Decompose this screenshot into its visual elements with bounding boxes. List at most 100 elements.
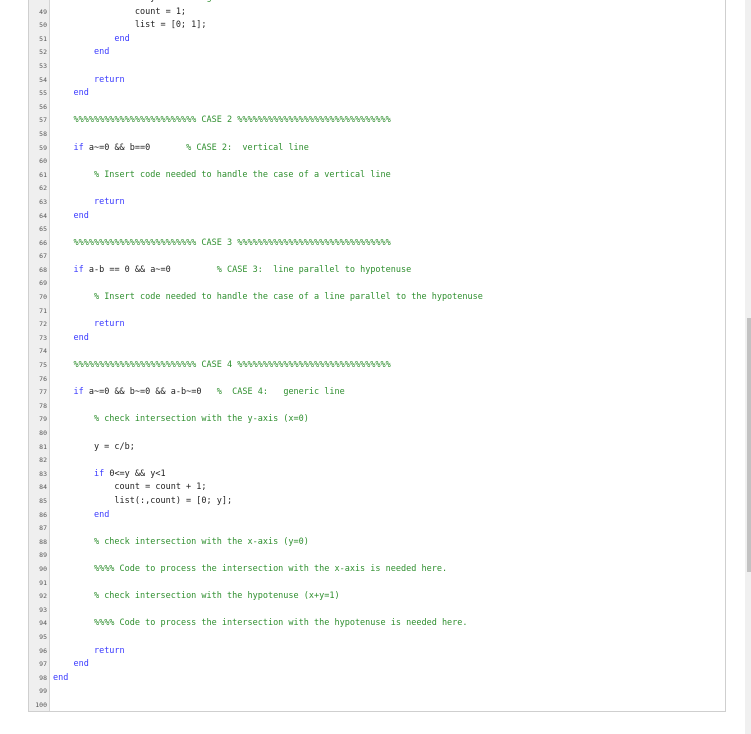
code-line[interactable]: 95 (29, 631, 725, 645)
code-line[interactable]: 96 return (29, 645, 725, 659)
code-text: % check intersection with the x-axis (y=… (53, 536, 309, 550)
code-line[interactable]: 94 %%%% Code to process the intersection… (29, 617, 725, 631)
line-number: 52 (39, 48, 47, 57)
code-line[interactable]: 77 if a~=0 && b~=0 && a-b~=0 % CASE 4: g… (29, 386, 725, 400)
code-line[interactable]: 74 (29, 345, 725, 359)
code-lines[interactable]: 48 elseif y==1 % singleton intersection4… (29, 0, 725, 711)
code-line[interactable]: 61 % Insert code needed to handle the ca… (29, 169, 725, 183)
line-number: 89 (39, 551, 47, 560)
code-line[interactable]: 87 (29, 522, 725, 536)
code-line[interactable]: 88 % check intersection with the x-axis … (29, 536, 725, 550)
code-line[interactable]: 59 if a~=0 && b==0 % CASE 2: vertical li… (29, 142, 725, 156)
code-line[interactable]: 54 return (29, 74, 725, 88)
code-text: if a-b == 0 && a~=0 % CASE 3: line paral… (73, 264, 412, 275)
line-number: 91 (39, 578, 47, 587)
code-line[interactable]: 73 end (29, 332, 725, 346)
keyword: if (73, 264, 84, 275)
code-text: return (53, 318, 125, 332)
code-text: if 0<=y && y<1 (93, 468, 166, 479)
code-line[interactable]: 97 end (29, 658, 725, 672)
comment: %%%%%%%%%%%%%%%%%%%%%%%% CASE 3 %%%%%%%%… (73, 237, 391, 248)
scrollbar-thumb[interactable] (747, 318, 751, 572)
code-line[interactable]: 83 if 0<=y && y<1 (29, 468, 725, 482)
line-number: 80 (39, 429, 47, 437)
code-line[interactable]: 91 (29, 577, 725, 591)
line-number: 93 (39, 605, 47, 614)
code-line[interactable]: 70 % Insert code needed to handle the ca… (29, 291, 725, 305)
code-line[interactable]: 71 (29, 305, 725, 319)
code-line[interactable]: 76 (29, 373, 725, 387)
code-line[interactable]: 100 (29, 699, 725, 711)
line-number: 60 (39, 157, 47, 166)
code-line[interactable]: 89 (29, 549, 725, 563)
code-line[interactable]: 86 end (29, 509, 725, 523)
code-line[interactable]: 57 %%%%%%%%%%%%%%%%%%%%%%%% CASE 2 %%%%%… (29, 114, 725, 128)
code-line[interactable]: 60 (29, 155, 725, 169)
code-text: end (53, 210, 89, 224)
code-line[interactable]: 98 end (29, 672, 725, 686)
code-editor[interactable]: 48 elseif y==1 % singleton intersection4… (28, 0, 726, 712)
code-line[interactable]: 90 %%%% Code to process the intersection… (29, 563, 725, 577)
code-line[interactable]: 75 %%%%%%%%%%%%%%%%%%%%%%%% CASE 4 %%%%%… (29, 359, 725, 373)
code-line[interactable]: 80 (29, 427, 725, 441)
code-line[interactable]: 81 y = c/b; (29, 441, 725, 455)
code-line[interactable]: 58 (29, 128, 725, 142)
keyword: return (93, 319, 125, 330)
code-line[interactable]: 78 (29, 400, 725, 414)
code-line[interactable]: 84 count = count + 1; (29, 481, 725, 495)
code-line[interactable]: 67 (29, 250, 725, 264)
comment: % CASE 2: vertical line (186, 142, 309, 153)
code-text: count = count + 1; (53, 482, 207, 493)
code-line[interactable]: 49 count = 1; (29, 6, 725, 20)
code-text: %%%%%%%%%%%%%%%%%%%%%%%% CASE 4 %%%%%%%%… (53, 359, 390, 373)
code-line[interactable]: 50 list = [0; 1]; (29, 19, 725, 33)
code-line[interactable]: 55 end (29, 87, 725, 101)
keyword: end (53, 672, 69, 683)
code-text: list(:,count) = [0; y]; (53, 495, 233, 506)
line-number: 95 (39, 632, 47, 641)
code-text: end (53, 46, 109, 60)
code-line[interactable]: 92 % check intersection with the hypoten… (29, 590, 725, 604)
code-line[interactable]: 69 (29, 277, 725, 291)
code-line[interactable]: 99 (29, 685, 725, 699)
comment: %%%%%%%%%%%%%%%%%%%%%%%% CASE 2 %%%%%%%%… (73, 115, 391, 126)
keyword: end (73, 210, 89, 221)
keyword: if (73, 142, 84, 153)
line-number: 65 (39, 225, 47, 234)
line-number: 96 (39, 646, 47, 655)
line-number: 97 (39, 660, 47, 669)
comment: % check intersection with the y-axis (x=… (93, 414, 309, 425)
code-line[interactable]: 63 return (29, 196, 725, 210)
line-number: 61 (39, 170, 47, 179)
line-number: 84 (39, 483, 47, 492)
code-line[interactable]: 56 (29, 101, 725, 115)
line-number: 76 (39, 374, 47, 383)
code-line[interactable]: 51 end (29, 33, 725, 47)
line-number: 66 (39, 238, 47, 247)
code-line[interactable]: 82 (29, 454, 725, 468)
comment: %%%% Code to process the intersection wi… (93, 618, 468, 629)
code-line[interactable]: 93 (29, 604, 725, 618)
code-line[interactable]: 79 % check intersection with the y-axis … (29, 413, 725, 427)
line-number: 51 (39, 34, 47, 43)
line-number: 71 (39, 306, 47, 315)
keyword: end (73, 332, 89, 343)
code-line[interactable]: 52 end (29, 46, 725, 60)
code-line[interactable]: 64 end (29, 210, 725, 224)
keyword: if (73, 387, 84, 398)
code-text: % check intersection with the hypotenuse… (53, 590, 340, 604)
code-line[interactable]: 53 (29, 60, 725, 74)
code-line[interactable]: 85 list(:,count) = [0; y]; (29, 495, 725, 509)
line-number: 49 (39, 7, 47, 16)
code-line[interactable]: 68 if a-b == 0 && a~=0 % CASE 3: line pa… (29, 264, 725, 278)
code-line[interactable]: 72 return (29, 318, 725, 332)
line-number: 54 (39, 75, 47, 84)
code-line[interactable]: 66 %%%%%%%%%%%%%%%%%%%%%%%% CASE 3 %%%%%… (29, 237, 725, 251)
line-number: 98 (39, 673, 47, 682)
line-number: 90 (39, 564, 47, 573)
code-text: end (53, 87, 88, 101)
code-line[interactable]: 65 (29, 223, 725, 237)
code-line[interactable]: 62 (29, 182, 725, 196)
code-text: return (53, 74, 125, 88)
vertical-scrollbar[interactable] (745, 0, 751, 734)
